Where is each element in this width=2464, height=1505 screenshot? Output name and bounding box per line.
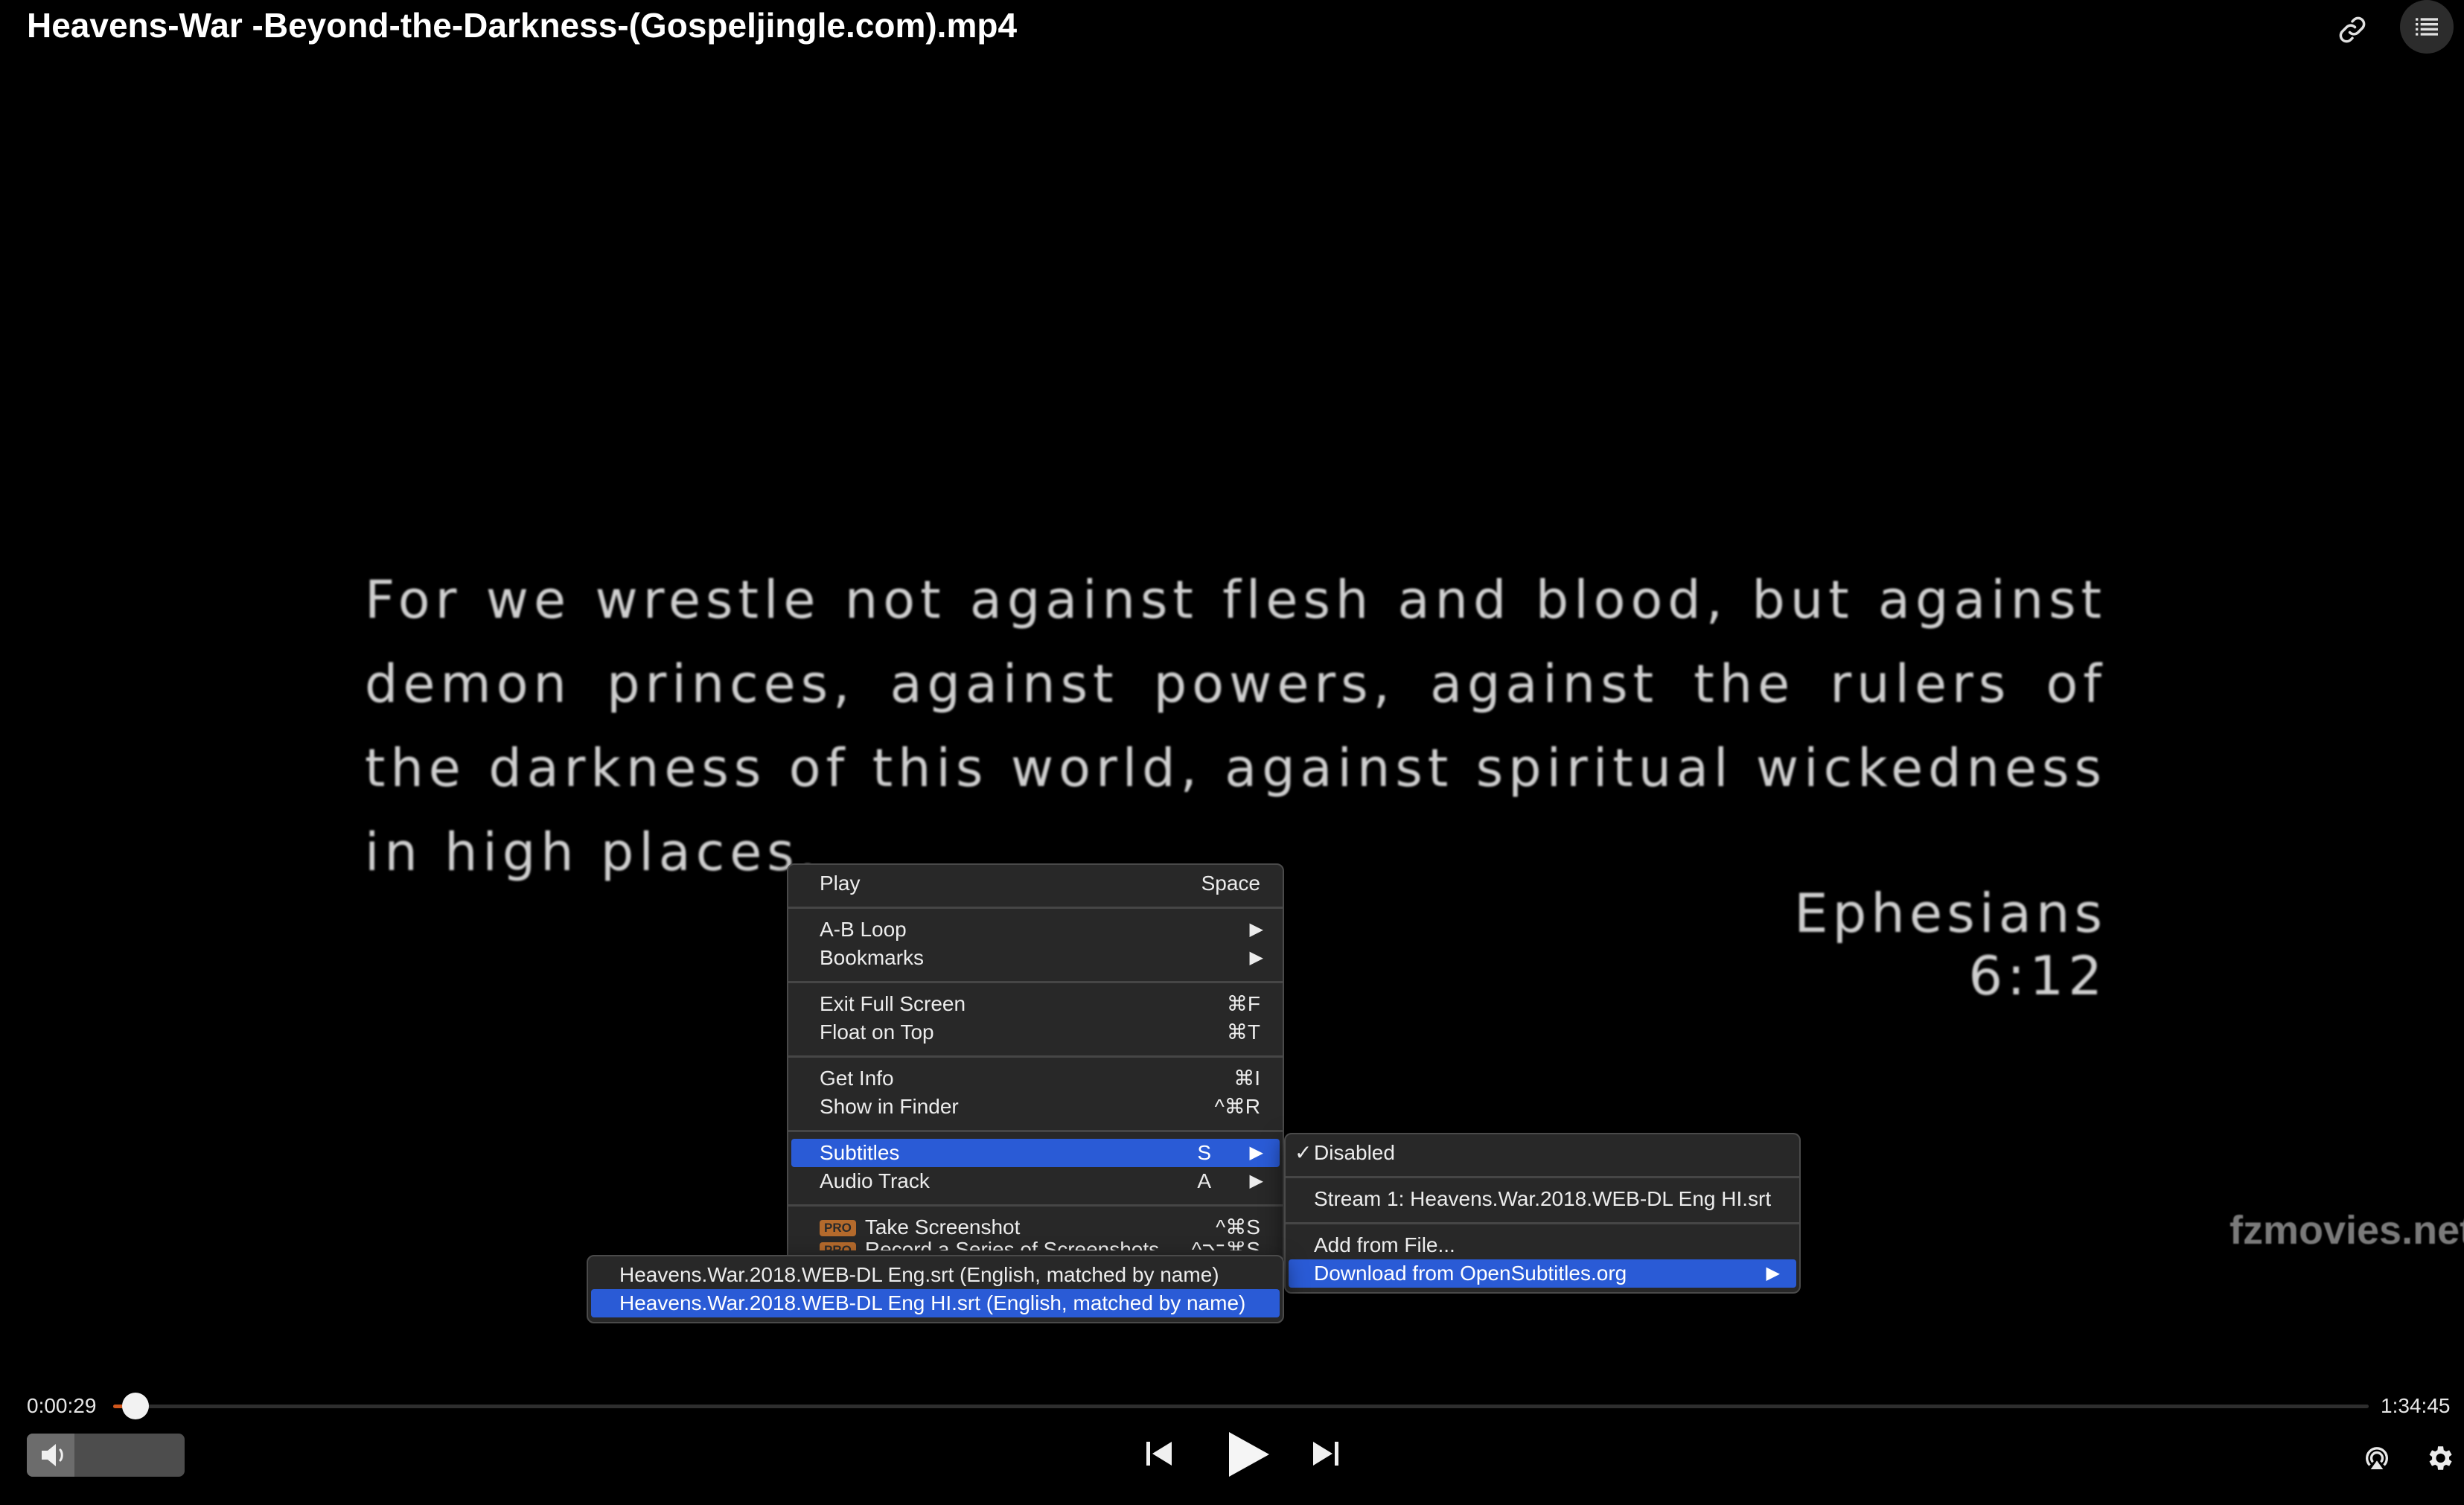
menu-item-label: Take Screenshot: [864, 1215, 1021, 1239]
menu-item-label: Exit Full Screen: [820, 992, 966, 1015]
menu-item-label: Heavens.War.2018.WEB-DL Eng HI.srt (Engl…: [619, 1291, 1246, 1314]
menu-separator: [1286, 1222, 1799, 1224]
menu-item-label: Get Info: [820, 1067, 894, 1090]
menu-item-shortcut: Space: [1201, 872, 1260, 895]
download-result-item[interactable]: Heavens.War.2018.WEB-DL Eng.srt (English…: [591, 1261, 1280, 1289]
airplay-icon: [2366, 1447, 2388, 1469]
menu-item-get-info[interactable]: Get Info ⌘I: [791, 1064, 1280, 1093]
menu-item-play[interactable]: Play Space: [791, 869, 1280, 898]
airplay-button[interactable]: [2358, 1440, 2396, 1477]
video-verse-text: For we wrestle not against flesh and blo…: [365, 569, 2107, 883]
menu-item-shortcut: ^⌥⌘S: [1192, 1242, 1260, 1250]
window-title: Heavens-War -Beyond-the-Darkness-(Gospel…: [27, 6, 1018, 45]
submenu-item-stream-1[interactable]: Stream 1: Heavens.War.2018.WEB-DL Eng HI…: [1289, 1185, 1796, 1213]
settings-button[interactable]: [2419, 1438, 2460, 1478]
menu-separator: [788, 907, 1283, 909]
menu-item-exit-full-screen[interactable]: Exit Full Screen ⌘F: [791, 990, 1280, 1018]
previous-icon: [1146, 1442, 1172, 1466]
video-watermark: fzmovies.net: [2230, 1208, 2464, 1253]
menu-item-shortcut: ⌘F: [1226, 992, 1260, 1015]
menu-item-shortcut: ^⌘S: [1216, 1215, 1260, 1239]
menu-item-ab-loop[interactable]: A-B Loop ▶: [791, 916, 1280, 944]
menu-item-label: Subtitles: [820, 1141, 900, 1164]
play-icon: [1229, 1432, 1269, 1477]
seek-bar[interactable]: [113, 1405, 2369, 1408]
menu-item-label: Add from File...: [1314, 1233, 1455, 1256]
menu-item-bookmarks[interactable]: Bookmarks ▶: [791, 944, 1280, 972]
menu-item-shortcut: A: [1197, 1169, 1211, 1192]
context-menu: Play Space A-B Loop ▶ Bookmarks ▶ Exit F…: [787, 863, 1284, 1265]
menu-item-shortcut: S: [1197, 1141, 1211, 1164]
menu-item-label: Disabled: [1314, 1141, 1395, 1164]
submenu-arrow-icon: ▶: [1249, 948, 1263, 968]
menu-item-label: Audio Track: [820, 1169, 930, 1192]
subtitles-submenu: ✓ Disabled Stream 1: Heavens.War.2018.WE…: [1284, 1133, 1801, 1294]
submenu-item-download-opensubtitles[interactable]: Download from OpenSubtitles.org ▶: [1289, 1259, 1796, 1288]
menu-item-float-on-top[interactable]: Float on Top ⌘T: [791, 1018, 1280, 1047]
menu-item-label: Bookmarks: [820, 946, 925, 969]
video-verse-reference: Ephesians 6:12: [1794, 882, 2107, 1007]
menu-item-label: A-B Loop: [820, 918, 907, 941]
link-button[interactable]: [2330, 7, 2375, 52]
next-icon: [1313, 1442, 1338, 1466]
current-time: 0:00:29: [27, 1394, 97, 1417]
player-window: Heavens-War -Beyond-the-Darkness-(Gospel…: [0, 0, 2464, 1505]
submenu-arrow-icon: ▶: [1249, 1171, 1263, 1191]
download-result-item[interactable]: Heavens.War.2018.WEB-DL Eng HI.srt (Engl…: [591, 1289, 1280, 1317]
menu-separator: [1286, 1176, 1799, 1178]
menu-separator: [788, 1055, 1283, 1058]
menu-item-take-screenshot[interactable]: PRO Take Screenshot ^⌘S: [791, 1213, 1280, 1242]
submenu-item-disabled[interactable]: ✓ Disabled: [1289, 1139, 1796, 1167]
menu-item-label: Record a Series of Screenshots: [865, 1242, 1159, 1250]
menu-separator: [788, 981, 1283, 983]
link-icon: [2339, 16, 2366, 43]
menu-item-shortcut: ^⌘R: [1214, 1095, 1260, 1118]
menu-item-label: Stream 1: Heavens.War.2018.WEB-DL Eng HI…: [1314, 1187, 1772, 1210]
previous-button[interactable]: [1139, 1433, 1181, 1474]
checkmark-icon: ✓: [1295, 1141, 1312, 1164]
menu-separator: [788, 1204, 1283, 1207]
download-results-submenu: Heavens.War.2018.WEB-DL Eng.srt (English…: [587, 1255, 1284, 1323]
playlist-icon: [2416, 18, 2438, 36]
volume-slider[interactable]: [27, 1434, 185, 1477]
menu-item-audio-track[interactable]: Audio Track A ▶: [791, 1167, 1280, 1195]
next-button[interactable]: [1304, 1433, 1346, 1474]
menu-separator: [788, 1130, 1283, 1132]
submenu-arrow-icon: ▶: [1249, 1143, 1263, 1163]
gear-icon: [2429, 1446, 2452, 1470]
menu-item-record-screenshots[interactable]: PRO Record a Series of Screenshots ^⌥⌘S: [791, 1242, 1280, 1250]
submenu-item-add-from-file[interactable]: Add from File...: [1289, 1231, 1796, 1259]
menu-item-label: Show in Finder: [820, 1095, 959, 1118]
menu-item-show-in-finder[interactable]: Show in Finder ^⌘R: [791, 1093, 1280, 1121]
menu-item-shortcut: ⌘T: [1226, 1020, 1260, 1044]
pro-badge: PRO: [820, 1242, 856, 1250]
pro-badge: PRO: [820, 1220, 856, 1236]
seek-knob[interactable]: [122, 1393, 149, 1419]
play-button[interactable]: [1218, 1425, 1277, 1484]
total-time: 1:34:45: [2381, 1394, 2451, 1417]
submenu-arrow-icon: ▶: [1249, 919, 1263, 939]
menu-item-label: Play: [820, 872, 861, 895]
playlist-button[interactable]: [2400, 0, 2454, 54]
menu-item-subtitles[interactable]: Subtitles S ▶: [791, 1139, 1280, 1167]
menu-item-label: Heavens.War.2018.WEB-DL Eng.srt (English…: [619, 1263, 1219, 1286]
submenu-arrow-icon: ▶: [1766, 1263, 1780, 1283]
menu-item-label: Float on Top: [820, 1020, 934, 1044]
speaker-icon: [42, 1444, 63, 1466]
menu-item-shortcut: ⌘I: [1233, 1067, 1260, 1090]
menu-item-label: Download from OpenSubtitles.org: [1314, 1262, 1627, 1285]
